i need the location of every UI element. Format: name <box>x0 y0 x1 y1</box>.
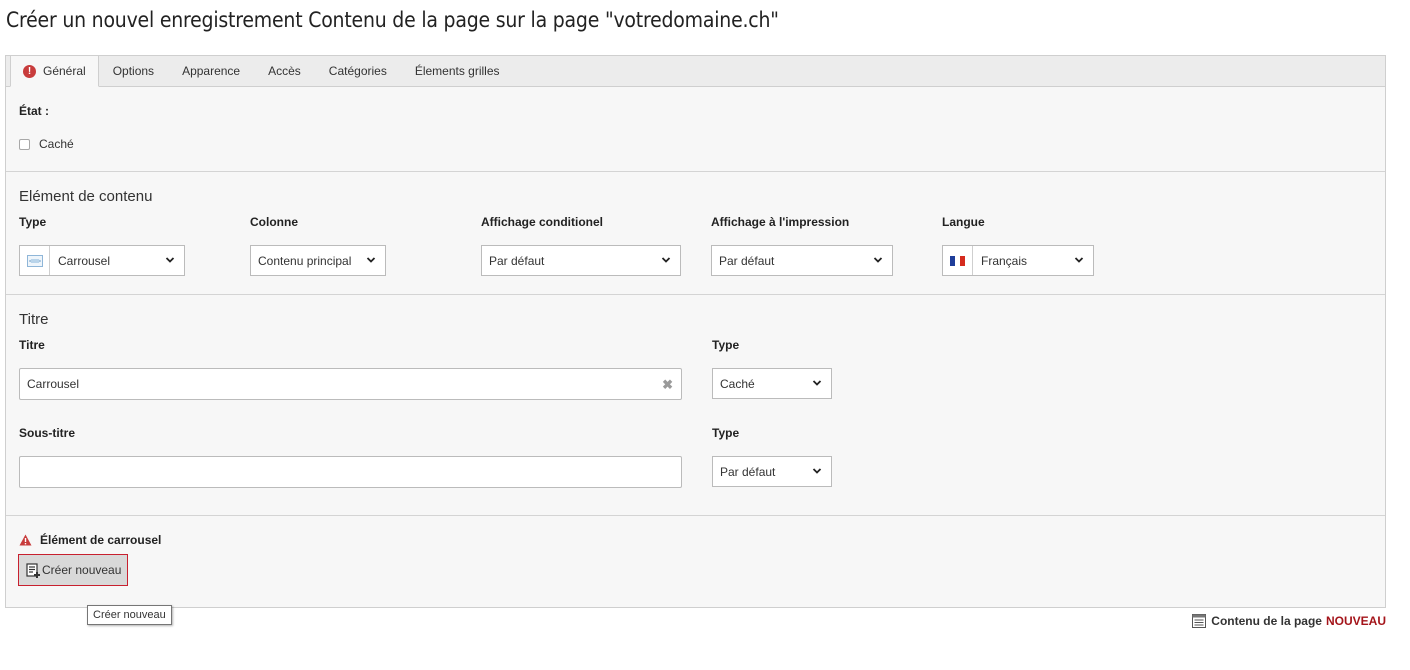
chevron-down-icon <box>1074 257 1084 263</box>
hidden-checkbox-label: Caché <box>39 137 74 151</box>
tab-options[interactable]: Options <box>99 56 168 86</box>
tooltip: Créer nouveau <box>87 605 172 625</box>
colonne-select[interactable]: Contenu principal <box>250 245 386 276</box>
tab-apparence[interactable]: Apparence <box>168 56 254 86</box>
colonne-select-value: Contenu principal <box>258 253 352 268</box>
france-flag-icon <box>943 246 973 275</box>
record-status: Contenu de la page NOUVEAU <box>1192 614 1386 628</box>
tab-label: Catégories <box>328 64 387 78</box>
record-type-label: Contenu de la page <box>1211 614 1322 628</box>
etat-label: État : <box>19 104 49 118</box>
sous-titre-label: Sous-titre <box>19 426 76 440</box>
content-element-section-title: Elément de contenu <box>19 188 153 205</box>
titre-label: Titre <box>19 338 45 352</box>
chevron-down-icon <box>812 380 822 386</box>
new-record-icon <box>26 562 40 578</box>
sous-titre-type-value: Par défaut <box>720 464 776 479</box>
sous-titre-type-select[interactable]: Par défaut <box>712 456 832 487</box>
carrousel-element-heading: Élément de carrousel <box>19 533 161 547</box>
warning-icon <box>19 534 32 546</box>
titre-input[interactable]: Carrousel ✖ <box>19 368 682 400</box>
langue-label: Langue <box>942 215 985 229</box>
tab-bar: ! Général Options Apparence Accès Catégo… <box>6 55 1385 87</box>
hidden-checkbox-row[interactable]: Caché <box>19 137 74 151</box>
type-select[interactable]: Carrousel <box>19 245 185 276</box>
chevron-down-icon <box>812 468 822 474</box>
record-status-badge: NOUVEAU <box>1325 614 1386 628</box>
error-icon: ! <box>23 64 36 78</box>
affichage-conditionnel-label: Affichage conditionel <box>481 215 604 229</box>
page-title: Créer un nouvel enregistrement Contenu d… <box>6 8 779 32</box>
section-divider <box>6 171 1385 172</box>
tab-label: Général <box>43 64 86 78</box>
affichage-conditionnel-value: Par défaut <box>489 253 545 268</box>
chevron-down-icon <box>661 257 671 263</box>
create-new-button-label: Créer nouveau <box>42 563 122 577</box>
affichage-impression-select[interactable]: Par défaut <box>711 245 893 276</box>
titre-type-value: Caché <box>720 376 755 391</box>
affichage-impression-value: Par défaut <box>719 253 775 268</box>
titre-section-title: Titre <box>19 311 49 328</box>
affichage-impression-label: Affichage à l'impression <box>711 215 850 229</box>
record-form: ! Général Options Apparence Accès Catégo… <box>5 55 1386 608</box>
tab-general[interactable]: ! Général <box>10 55 99 87</box>
langue-select-value: Français <box>981 253 1028 268</box>
sous-titre-type-label: Type <box>712 426 740 440</box>
section-divider <box>6 515 1385 516</box>
create-new-button[interactable]: Créer nouveau <box>18 554 129 586</box>
tab-label: Accès <box>268 64 301 78</box>
tab-elements-grilles[interactable]: Élements grilles <box>401 56 514 86</box>
langue-select[interactable]: Français <box>942 245 1094 276</box>
content-page-icon <box>1192 614 1207 628</box>
type-select-value: Carrousel <box>58 253 111 268</box>
chevron-down-icon <box>873 257 883 263</box>
carousel-icon <box>20 246 50 275</box>
titre-type-select[interactable]: Caché <box>712 368 832 399</box>
section-divider <box>6 294 1385 295</box>
type-label: Type <box>19 215 47 229</box>
carrousel-element-label: Élément de carrousel <box>40 533 162 547</box>
tab-label: Apparence <box>182 64 241 78</box>
sous-titre-input[interactable] <box>19 456 682 488</box>
titre-input-value: Carrousel <box>27 377 80 391</box>
tab-label: Options <box>112 64 155 78</box>
tab-categories[interactable]: Catégories <box>315 56 401 86</box>
clear-icon[interactable]: ✖ <box>662 377 673 393</box>
affichage-conditionnel-select[interactable]: Par défaut <box>481 245 681 276</box>
hidden-checkbox[interactable] <box>19 138 30 150</box>
titre-type-label: Type <box>712 338 740 352</box>
chevron-down-icon <box>165 257 175 263</box>
chevron-down-icon <box>366 257 376 263</box>
tab-label: Élements grilles <box>414 64 500 78</box>
colonne-label: Colonne <box>250 215 298 229</box>
tab-acces[interactable]: Accès <box>254 56 315 86</box>
